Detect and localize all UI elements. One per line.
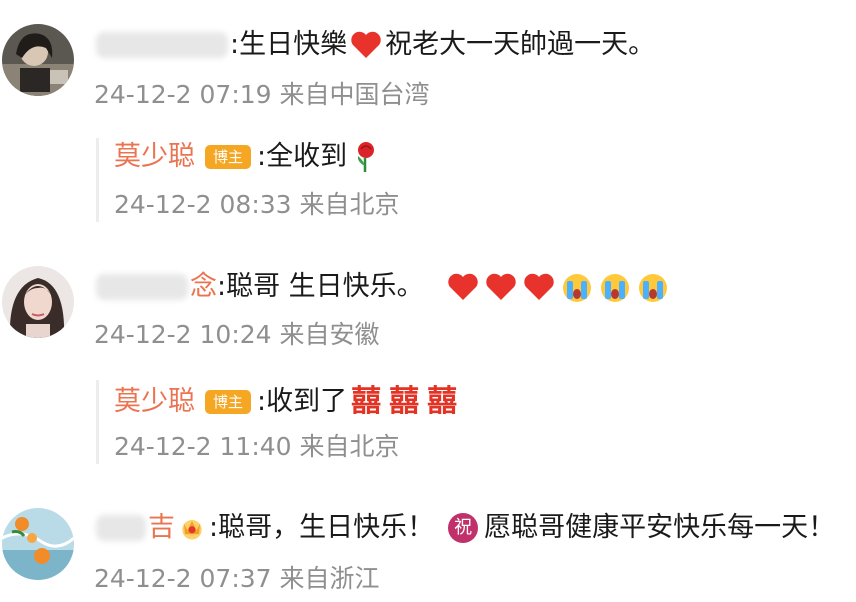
double-happiness-icon: 囍	[389, 384, 420, 419]
comment-meta: 24-12-2 07:37 来自浙江	[94, 564, 380, 593]
reply-divider	[96, 138, 99, 222]
username-tail: 念	[190, 271, 217, 302]
comment-meta: 24-12-2 07:19 来自中国台湾	[94, 80, 430, 109]
blurred-username[interactable]	[96, 32, 228, 58]
reply-meta: 24-12-2 11:40 来自北京	[114, 432, 400, 461]
wish-badge-icon: 祝	[448, 513, 479, 543]
heart-icon	[351, 31, 381, 58]
comment-meta: 24-12-2 10:24 来自安徽	[94, 320, 380, 349]
username-tail: 吉	[148, 512, 175, 543]
crying-face-icon	[562, 274, 591, 302]
crown-badge-icon	[182, 520, 202, 540]
crying-face-icon	[600, 274, 629, 302]
avatar[interactable]	[2, 24, 74, 96]
avatar[interactable]	[2, 266, 74, 338]
reply-divider	[96, 380, 99, 464]
comment-text: 吉 :聪哥，生日快乐！ 祝 愿聪哥健康平安快乐每一天！	[96, 511, 835, 545]
double-happiness-icon: 囍	[351, 384, 382, 419]
avatar[interactable]	[2, 508, 74, 580]
blogger-badge: 博主	[205, 390, 251, 414]
double-happiness-icon: 囍	[427, 384, 458, 419]
reply-meta: 24-12-2 08:33 来自北京	[114, 190, 400, 219]
heart-icon	[447, 273, 478, 300]
comment-text: 念 :聪哥 生日快乐。	[96, 270, 672, 304]
reply-author[interactable]: 莫少聪	[114, 385, 195, 419]
comment-text: :生日快樂 祝老大一天帥過一天。	[96, 28, 655, 62]
blogger-badge: 博主	[205, 145, 251, 169]
rose-icon	[357, 142, 375, 172]
blurred-username[interactable]	[96, 274, 188, 300]
reply-text: 莫少聪 博主 :收到了 囍 囍 囍	[114, 384, 458, 419]
blurred-username[interactable]	[96, 515, 146, 541]
reply-text: 莫少聪 博主 :全收到	[114, 140, 385, 174]
reply-author[interactable]: 莫少聪	[114, 140, 195, 174]
crying-face-icon	[638, 274, 667, 302]
heart-icon	[485, 273, 516, 300]
heart-icon	[523, 273, 554, 300]
